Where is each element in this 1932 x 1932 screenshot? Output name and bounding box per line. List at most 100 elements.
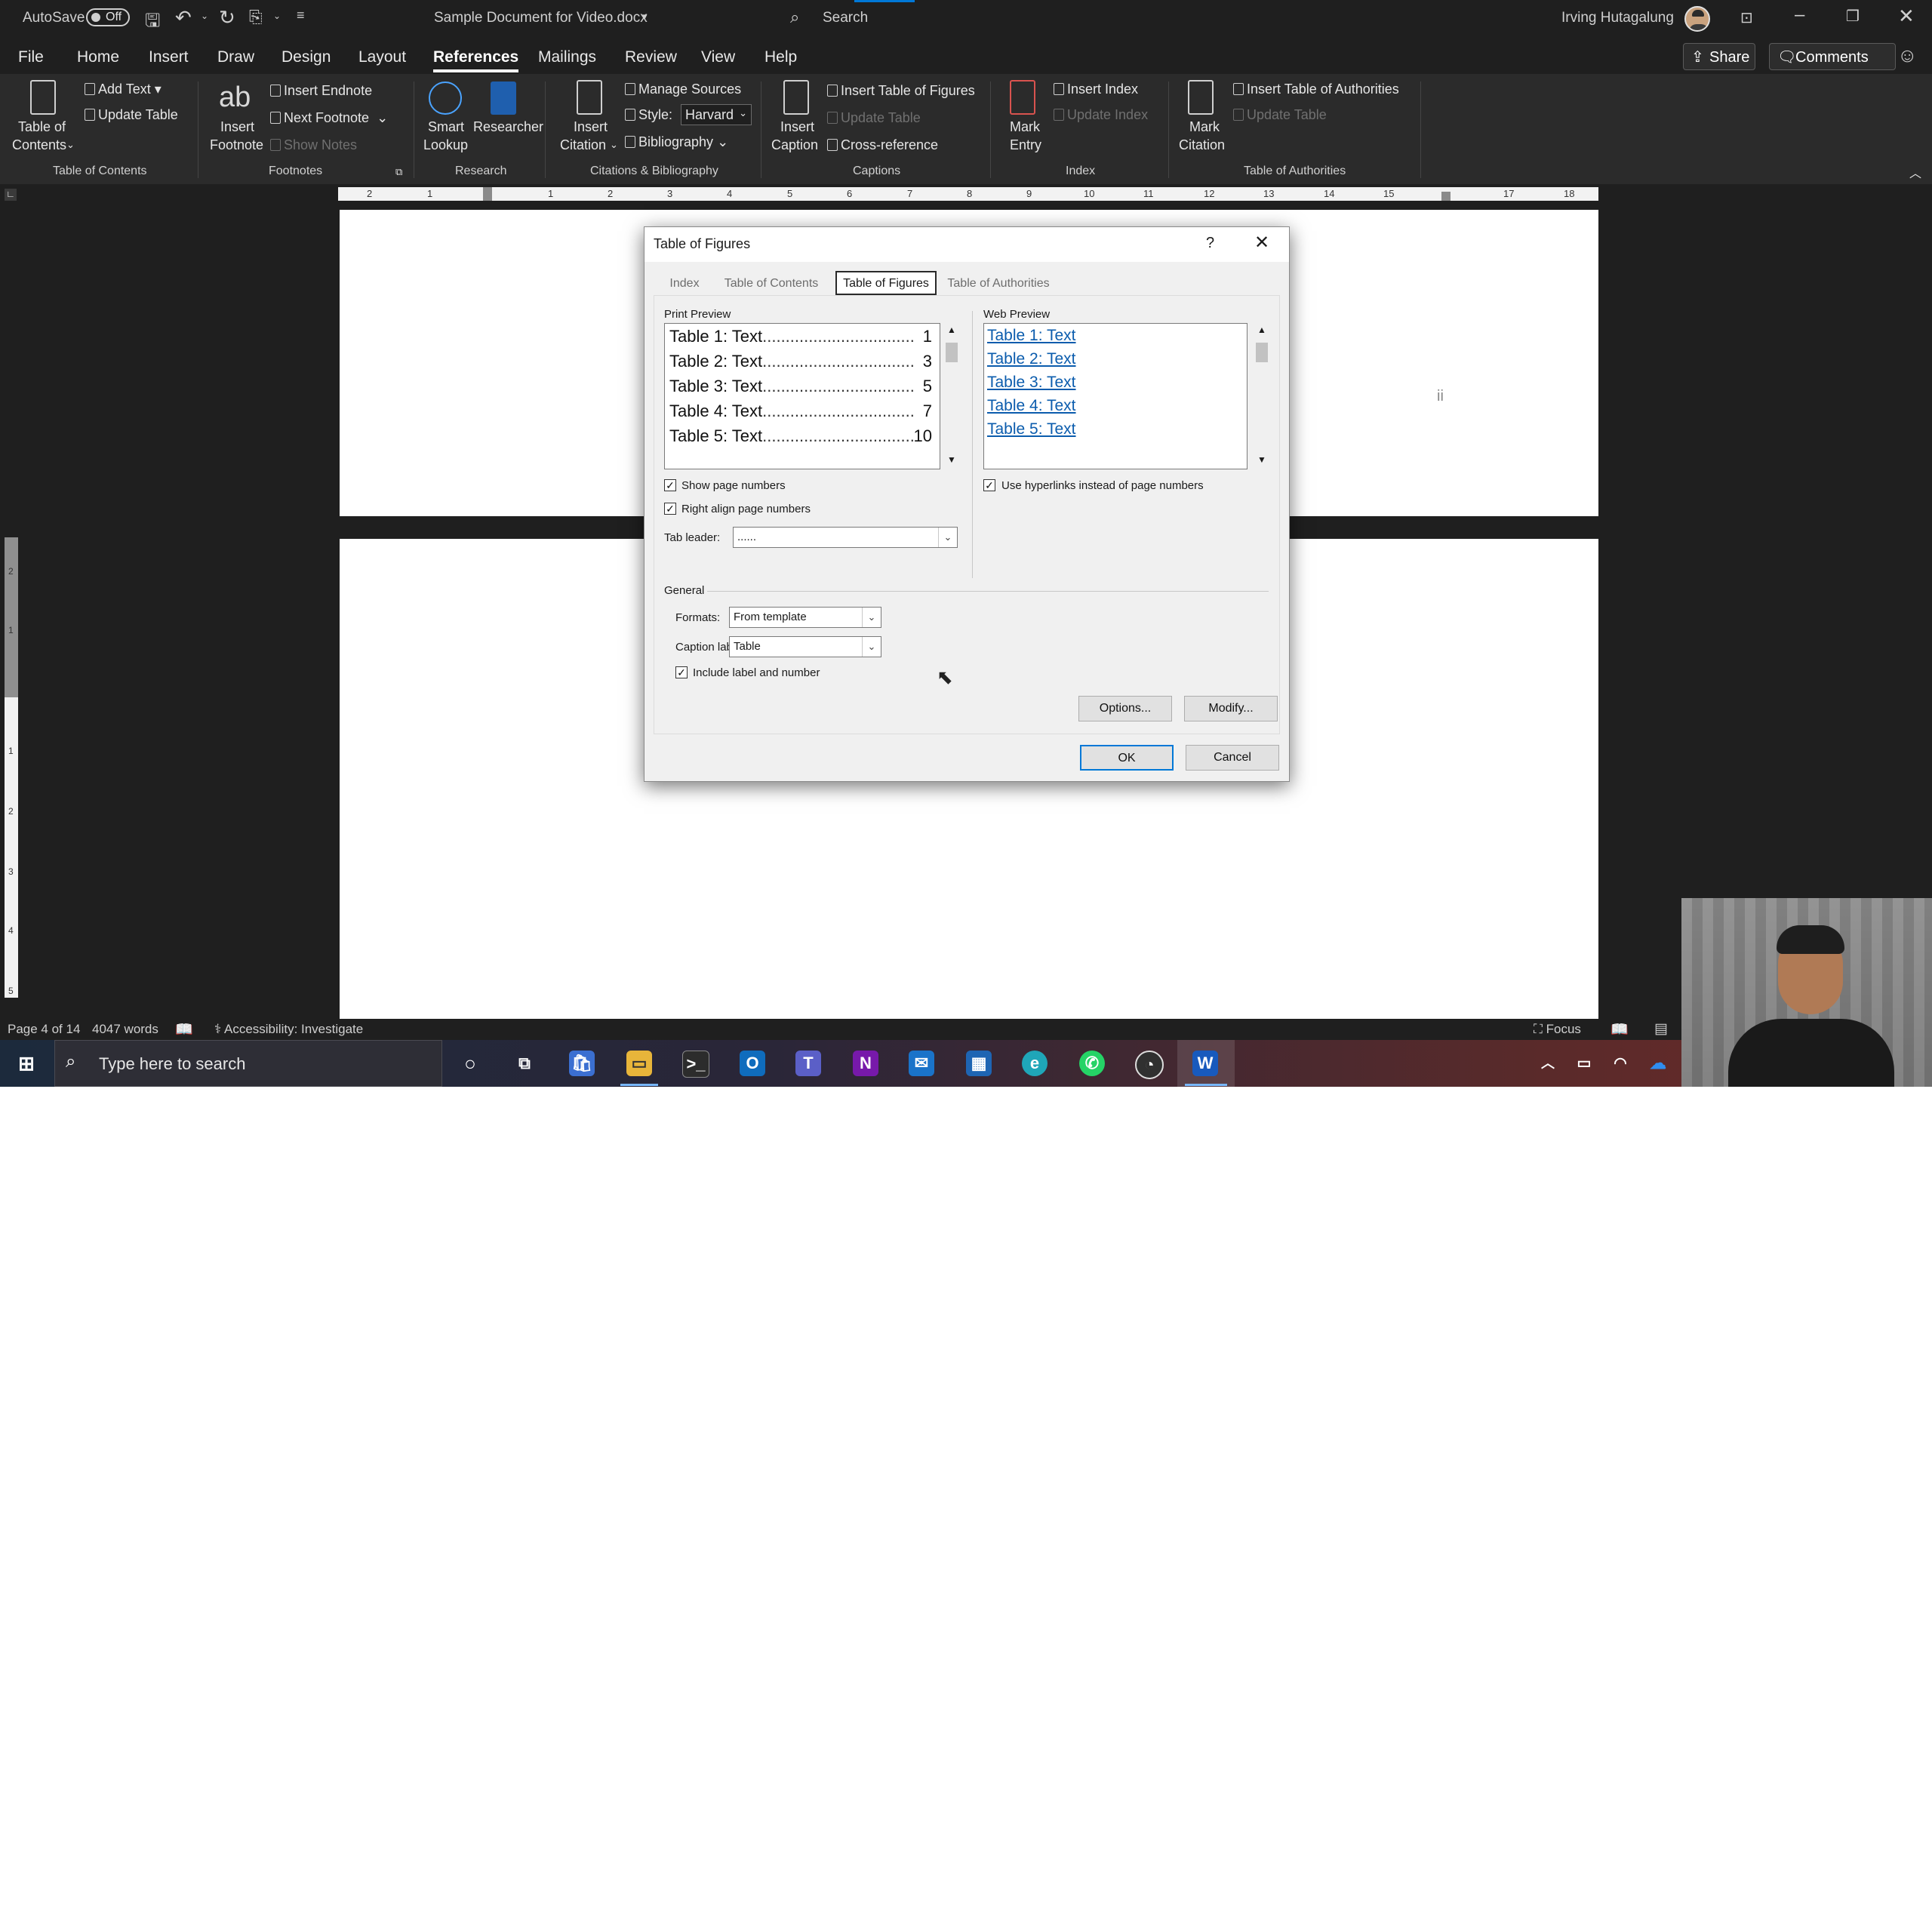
tab-selector-icon[interactable]: ∟: [5, 189, 17, 201]
insert-caption-line2[interactable]: Caption: [771, 137, 818, 153]
ribbon-display-icon[interactable]: ⊡: [1740, 8, 1753, 27]
show-notes-button[interactable]: Show Notes: [270, 137, 357, 153]
tab-review[interactable]: Review: [625, 48, 677, 66]
cortana-icon[interactable]: ○: [457, 1051, 483, 1076]
task-view-icon[interactable]: ⧉: [512, 1051, 537, 1076]
insert-footnote-line1[interactable]: Insert: [220, 119, 254, 135]
bibliography-button[interactable]: Bibliography ⌄: [625, 134, 728, 150]
style-select[interactable]: Harvard ⌄: [681, 104, 752, 125]
mark-entry-line2[interactable]: Entry: [1010, 137, 1041, 153]
footnotes-launcher-icon[interactable]: ⧉: [395, 166, 402, 178]
smart-lookup-line1[interactable]: Smart: [428, 119, 464, 135]
undo-dropdown-icon[interactable]: ⌄: [201, 11, 208, 21]
battery-icon[interactable]: ▭: [1571, 1051, 1597, 1076]
ok-button[interactable]: OK: [1080, 745, 1174, 771]
insert-caption-line1[interactable]: Insert: [780, 119, 814, 135]
web-preview-link[interactable]: Table 4: Text: [987, 397, 1076, 415]
web-preview-link[interactable]: Table 1: Text: [987, 327, 1076, 345]
user-name[interactable]: Irving Hutagalung: [1561, 10, 1674, 26]
cancel-button[interactable]: Cancel: [1186, 745, 1279, 771]
tab-table-of-contents[interactable]: Table of Contents: [720, 272, 823, 295]
right-align-checkbox[interactable]: ✓: [664, 503, 676, 515]
tab-insert[interactable]: Insert: [149, 48, 189, 66]
insert-table-of-figures-button[interactable]: Insert Table of Figures: [827, 83, 975, 99]
whatsapp-icon[interactable]: ✆: [1079, 1051, 1105, 1076]
autosave-toggle[interactable]: Off: [86, 8, 130, 26]
toc-button-line2[interactable]: Contents: [12, 137, 66, 153]
tab-layout[interactable]: Layout: [358, 48, 406, 66]
windows-start-icon[interactable]: ⊞: [14, 1051, 39, 1076]
modify-button[interactable]: Modify...: [1184, 696, 1278, 721]
teams-icon[interactable]: T: [795, 1051, 821, 1076]
focus-button[interactable]: ⛶ Focus: [1534, 1022, 1581, 1037]
store-icon[interactable]: 🛍: [569, 1051, 595, 1076]
print-preview-box[interactable]: Table 1: Text...........................…: [664, 323, 940, 469]
tab-index[interactable]: Index: [661, 272, 708, 295]
tab-view[interactable]: View: [701, 48, 735, 66]
insert-citation-line2[interactable]: Citation: [560, 137, 606, 153]
insert-footnote-line2[interactable]: Footnote: [210, 137, 263, 153]
scroll-thumb[interactable]: [1256, 343, 1268, 362]
outlook-icon[interactable]: O: [740, 1051, 765, 1076]
proofing-icon[interactable]: 📖: [175, 1020, 193, 1038]
feedback-smiley-icon[interactable]: ☺: [1897, 44, 1918, 67]
redo-icon[interactable]: ↻: [219, 6, 235, 29]
page-count[interactable]: Page 4 of 14: [8, 1022, 80, 1037]
mail-icon[interactable]: ✉: [909, 1051, 934, 1076]
show-page-numbers-checkbox[interactable]: ✓: [664, 479, 676, 491]
web-preview-link[interactable]: Table 3: Text: [987, 374, 1076, 392]
terminal-icon[interactable]: >_: [682, 1051, 709, 1078]
tab-table-of-figures[interactable]: Table of Figures: [835, 271, 937, 295]
insert-toa-button[interactable]: Insert Table of Authorities: [1233, 82, 1399, 97]
scroll-down-icon[interactable]: ▼: [1257, 454, 1266, 465]
print-layout-icon[interactable]: ▤: [1654, 1020, 1668, 1038]
tab-home[interactable]: Home: [77, 48, 119, 66]
dialog-help-icon[interactable]: ?: [1206, 235, 1214, 252]
mark-citation-line1[interactable]: Mark: [1189, 119, 1220, 135]
collapse-ribbon-icon[interactable]: ︿: [1909, 163, 1921, 181]
undo-icon[interactable]: ↶: [175, 6, 192, 29]
user-avatar[interactable]: [1684, 6, 1710, 32]
format-painter-icon[interactable]: ⎘: [249, 8, 263, 27]
next-footnote-button[interactable]: Next Footnote ⌄: [270, 110, 388, 126]
insert-index-button[interactable]: Insert Index: [1054, 82, 1138, 97]
cross-reference-button[interactable]: Cross-reference: [827, 137, 938, 153]
print-preview-scrollbar[interactable]: ▲ ▼: [943, 323, 960, 469]
customize-qat-icon[interactable]: ≡: [297, 8, 305, 23]
onenote-icon[interactable]: N: [853, 1051, 878, 1076]
insert-citation-line1[interactable]: Insert: [574, 119, 608, 135]
toc-button-line1[interactable]: Table of: [18, 119, 66, 135]
update-toa-button[interactable]: Update Table: [1233, 107, 1327, 123]
vertical-ruler[interactable]: 2 1 1 2 3 4 5: [5, 537, 18, 998]
use-hyperlinks-checkbox[interactable]: ✓: [983, 479, 995, 491]
tab-draw[interactable]: Draw: [217, 48, 254, 66]
scroll-thumb[interactable]: [946, 343, 958, 362]
share-button[interactable]: ⇪ Share: [1683, 43, 1755, 70]
horizontal-ruler[interactable]: 2 1 1 2 3 4 5 6 7 8 9 10 11 12 13 14 15 …: [338, 187, 1598, 201]
web-preview-box[interactable]: Table 1: Text Table 2: Text Table 3: Tex…: [983, 323, 1247, 469]
update-toc-button[interactable]: Update Table: [85, 107, 178, 123]
more-dropdown-icon[interactable]: ⌄: [273, 11, 281, 21]
caption-label-select[interactable]: Table ⌄: [729, 636, 881, 657]
obs-icon[interactable]: ◔: [1135, 1051, 1164, 1079]
word-icon[interactable]: W: [1192, 1051, 1218, 1076]
tab-table-of-authorities[interactable]: Table of Authorities: [942, 272, 1055, 295]
tab-mailings[interactable]: Mailings: [538, 48, 596, 66]
web-preview-link[interactable]: Table 2: Text: [987, 350, 1076, 368]
read-mode-icon[interactable]: 📖: [1611, 1020, 1629, 1038]
comments-button[interactable]: 🗨 Comments: [1769, 43, 1896, 70]
update-index-button[interactable]: Update Index: [1054, 107, 1148, 123]
tab-help[interactable]: Help: [764, 48, 797, 66]
word-count[interactable]: 4047 words: [92, 1022, 158, 1037]
edge-icon[interactable]: e: [1022, 1051, 1048, 1076]
update-tof-button[interactable]: Update Table: [827, 110, 921, 126]
show-hidden-icons-icon[interactable]: ︿: [1535, 1051, 1561, 1076]
include-label-checkbox[interactable]: ✓: [675, 666, 688, 678]
onedrive-icon[interactable]: ☁: [1645, 1051, 1671, 1076]
app-icon[interactable]: ▦: [966, 1051, 992, 1076]
formats-select[interactable]: From template ⌄: [729, 607, 881, 628]
insert-citation-dropdown-icon[interactable]: ⌄: [610, 139, 618, 151]
minimize-icon[interactable]: –: [1795, 5, 1804, 26]
web-preview-link[interactable]: Table 5: Text: [987, 420, 1076, 438]
scroll-up-icon[interactable]: ▲: [947, 325, 956, 335]
